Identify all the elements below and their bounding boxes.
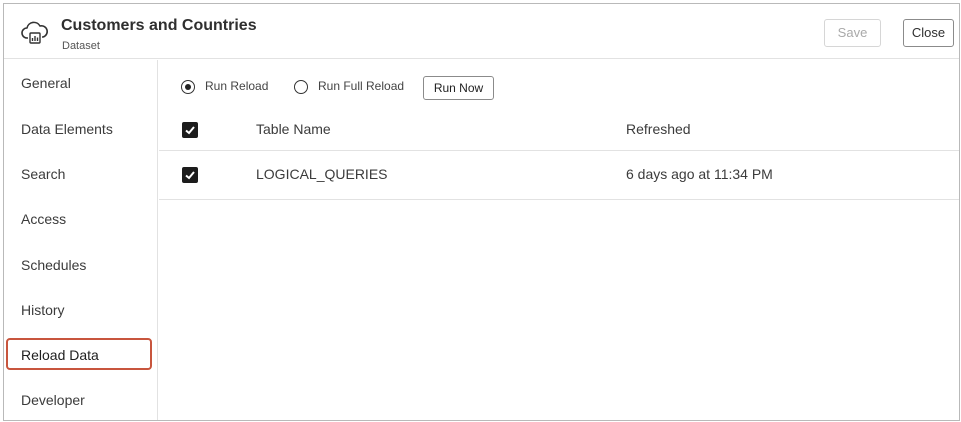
run-reload-radio[interactable] bbox=[181, 80, 195, 94]
save-button[interactable]: Save bbox=[824, 19, 881, 47]
page-subtitle: Dataset bbox=[62, 40, 100, 52]
sidebar-item-data-elements[interactable]: Data Elements bbox=[6, 114, 152, 146]
select-all-checkbox[interactable] bbox=[182, 122, 198, 138]
reload-data-panel: Run Reload Run Full Reload Run Now Table… bbox=[159, 60, 959, 420]
refreshed-cell: 6 days ago at 11:34 PM bbox=[626, 166, 773, 182]
run-full-reload-label[interactable]: Run Full Reload bbox=[318, 79, 404, 93]
sidebar-item-search[interactable]: Search bbox=[6, 159, 152, 191]
sidebar-item-schedules[interactable]: Schedules bbox=[6, 250, 152, 282]
run-reload-label[interactable]: Run Reload bbox=[205, 79, 268, 93]
table-name-cell: LOGICAL_QUERIES bbox=[256, 166, 388, 182]
sidebar-item-reload-data[interactable]: Reload Data bbox=[6, 338, 152, 370]
page-title: Customers and Countries bbox=[61, 17, 257, 34]
column-header-table-name[interactable]: Table Name bbox=[256, 121, 331, 137]
row-checkbox[interactable] bbox=[182, 167, 198, 183]
table-row: LOGICAL_QUERIES 6 days ago at 11:34 PM bbox=[159, 150, 959, 200]
sidebar-item-developer[interactable]: Developer bbox=[6, 385, 152, 417]
sidebar-item-history[interactable]: History bbox=[6, 295, 152, 327]
dialog-header: Customers and Countries Dataset Save Clo… bbox=[4, 4, 959, 59]
checkmark-icon bbox=[185, 126, 195, 135]
cloud-dataset-icon bbox=[21, 19, 49, 45]
sidebar-item-access[interactable]: Access bbox=[6, 204, 152, 236]
close-button[interactable]: Close bbox=[903, 19, 954, 47]
run-now-button[interactable]: Run Now bbox=[423, 76, 494, 100]
column-header-refreshed[interactable]: Refreshed bbox=[626, 121, 691, 137]
checkmark-icon bbox=[185, 171, 195, 180]
sidebar-nav: General Data Elements Search Access Sche… bbox=[4, 60, 158, 420]
run-full-reload-radio[interactable] bbox=[294, 80, 308, 94]
dataset-dialog: Customers and Countries Dataset Save Clo… bbox=[3, 3, 960, 421]
sidebar-item-general[interactable]: General bbox=[6, 68, 152, 100]
